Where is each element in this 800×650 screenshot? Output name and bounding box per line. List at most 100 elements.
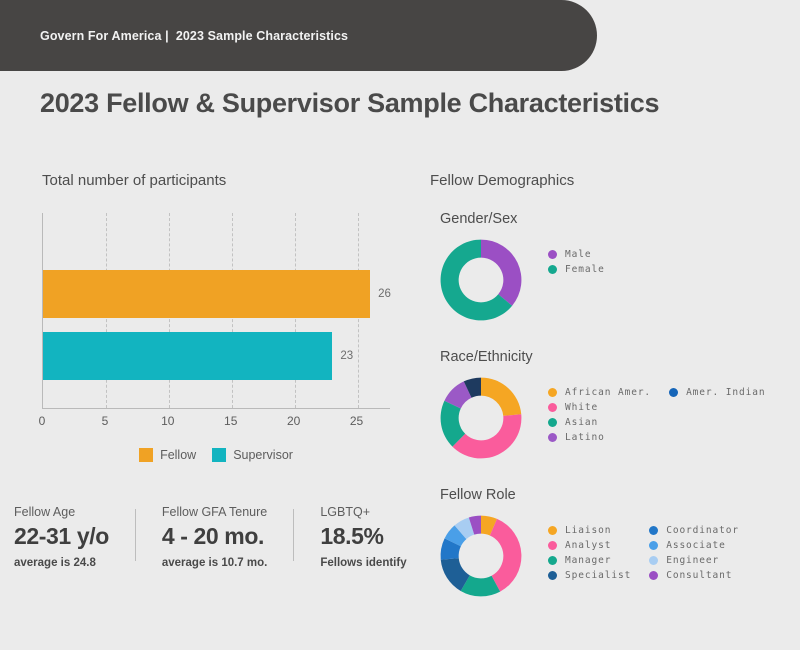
fellow-demographics-panel: Fellow Demographics Gender/Sex Male Femal…: [430, 172, 790, 599]
stat-label: LGBTQ+: [320, 505, 371, 519]
bar-supervisor: [43, 332, 333, 380]
gender-chart-title: Gender/Sex: [440, 211, 518, 227]
legend-label: Engineer: [666, 555, 720, 566]
legend-item: Specialist: [548, 570, 631, 581]
summary-stats-row: Fellow Age 22-31 y/o average is 24.8 Fellow…: [14, 505, 433, 569]
legend-swatch-icon: [212, 448, 227, 462]
stat-card: Fellow GFA Tenure 4 - 20 mo. average is 10…: [136, 505, 293, 569]
stat-note: average is 10.7 mo.: [161, 557, 268, 569]
bar-value-label: 26: [378, 288, 391, 300]
gender-donut-chart: [438, 237, 524, 323]
legend-dot-icon: [649, 556, 659, 565]
page-title: 2023 Fellow & Supervisor Sample Characte…: [40, 88, 660, 118]
race-chart-title: Race/Ethnicity: [440, 349, 533, 365]
infographic-page: Govern For America | 2023 Sample Charact…: [0, 0, 800, 650]
legend-item: Consultant: [649, 570, 739, 581]
legend-label: Male: [565, 249, 592, 260]
legend-label: Amer. Indian: [686, 387, 766, 398]
bar-fellow: [43, 270, 371, 318]
legend-dot-icon: [548, 571, 557, 580]
x-axis-tick-label: 20: [286, 414, 301, 428]
legend-dot-icon: [548, 556, 557, 565]
header-bar: Govern For America | 2023 Sample Charact…: [0, 0, 597, 71]
race-donut-chart: [438, 375, 524, 461]
gender-donut-block: Gender/Sex Male Female: [430, 211, 790, 323]
legend-dot-icon: [548, 403, 557, 412]
bar-legend-label: Fellow: [160, 448, 197, 462]
legend-item: Female: [548, 264, 605, 275]
donut-segment-analyst: [489, 518, 522, 592]
x-axis-tick-label: 10: [161, 414, 175, 428]
legend-item: Latino: [548, 432, 651, 443]
bar-value-label: 23: [340, 350, 354, 362]
legend-label: Specialist: [565, 570, 632, 581]
legend-dot-icon: [669, 388, 679, 397]
legend-label: Associate: [666, 540, 726, 551]
legend-item: African Amer.: [548, 387, 651, 398]
header-kicker: Govern For America | 2023 Sample Charact…: [40, 28, 349, 43]
legend-label: Coordinator: [666, 525, 740, 536]
donut-segment-african-amer: [481, 377, 522, 416]
donut-segment-male: [481, 239, 522, 306]
x-axis-tick-label: 0: [38, 414, 46, 428]
legend-dot-icon: [649, 526, 659, 535]
legend-dot-icon: [548, 265, 557, 274]
x-axis-tick-label: 15: [224, 414, 238, 428]
legend-column: Liaison Analyst Manager Specialist: [548, 525, 631, 581]
legend-label: Manager: [565, 555, 612, 566]
participants-chart-title: Total number of participants: [42, 172, 227, 189]
bar-legend-item: Fellow: [139, 448, 196, 462]
legend-label: Asian: [565, 417, 599, 428]
race-legend: African Amer. White Asian Latino Amer. India…: [548, 387, 766, 443]
stat-card: Fellow Age 22-31 y/o average is 24.8: [14, 505, 135, 569]
donut-segment-white: [452, 414, 522, 459]
legend-item: Associate: [649, 540, 739, 551]
stat-card: LGBTQ+ 18.5% Fellows identify: [294, 505, 432, 569]
race-donut-block: Race/Ethnicity African Amer. White Asian La…: [430, 349, 790, 461]
legend-column: Male Female: [548, 249, 605, 275]
legend-item: Analyst: [548, 540, 631, 551]
bar-chart-x-axis: 0 5 10 15 20 25: [38, 414, 390, 436]
x-axis-tick-label: 25: [349, 414, 364, 428]
legend-label: Female: [565, 264, 605, 275]
stat-value: 4 - 20 mo.: [161, 523, 265, 549]
bar-legend-item: Supervisor: [212, 448, 293, 462]
legend-item: Engineer: [649, 555, 739, 566]
role-donut-chart: [438, 513, 524, 599]
demographics-title: Fellow Demographics: [430, 172, 575, 189]
legend-item: Manager: [548, 555, 631, 566]
bar-legend-label: Supervisor: [233, 448, 293, 462]
stat-note: average is 24.8: [14, 557, 96, 569]
legend-dot-icon: [548, 388, 557, 397]
legend-column: African Amer. White Asian Latino: [548, 387, 651, 443]
legend-label: Consultant: [666, 570, 733, 581]
legend-label: Liaison: [565, 525, 612, 536]
legend-label: Analyst: [565, 540, 612, 551]
stat-value: 22-31 y/o: [14, 523, 109, 549]
legend-swatch-icon: [139, 448, 154, 462]
legend-dot-icon: [548, 433, 557, 442]
bar-chart-legend: Fellow Supervisor: [42, 448, 390, 462]
stat-label: Fellow GFA Tenure: [161, 505, 268, 519]
participants-bar-chart: 26 23: [42, 213, 391, 409]
legend-label: African Amer.: [565, 387, 652, 398]
legend-dot-icon: [548, 526, 557, 535]
legend-column: Amer. Indian: [669, 387, 765, 443]
legend-item: White: [548, 402, 651, 413]
legend-label: Latino: [565, 432, 605, 443]
legend-dot-icon: [548, 250, 557, 259]
legend-item: Asian: [548, 417, 651, 428]
legend-dot-icon: [649, 541, 659, 550]
x-axis-tick-label: 5: [101, 414, 109, 428]
gender-legend: Male Female: [548, 249, 605, 275]
stat-value: 18.5%: [320, 523, 384, 549]
legend-column: Coordinator Associate Engineer Consultant: [649, 525, 739, 581]
stat-note: Fellows identify: [320, 557, 407, 569]
legend-dot-icon: [649, 571, 659, 580]
participants-panel: Total number of participants 26 23 0 5 10 15…: [38, 172, 402, 462]
legend-item: Coordinator: [649, 525, 739, 536]
legend-item: Male: [548, 249, 605, 260]
role-chart-title: Fellow Role: [440, 487, 516, 503]
legend-dot-icon: [548, 418, 557, 427]
legend-dot-icon: [548, 541, 557, 550]
